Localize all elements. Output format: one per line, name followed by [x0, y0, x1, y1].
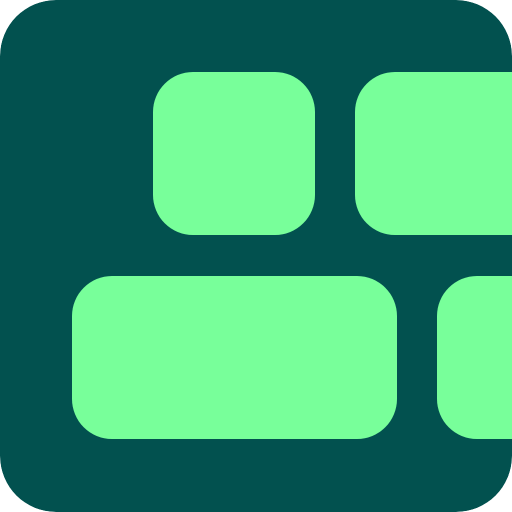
tile-bottom-right [437, 276, 512, 439]
app-icon [0, 0, 512, 512]
tile-top-right [355, 72, 512, 235]
tile-bottom-wide [72, 276, 397, 439]
tile-top-left [153, 72, 315, 235]
blocks-icon [0, 0, 512, 512]
